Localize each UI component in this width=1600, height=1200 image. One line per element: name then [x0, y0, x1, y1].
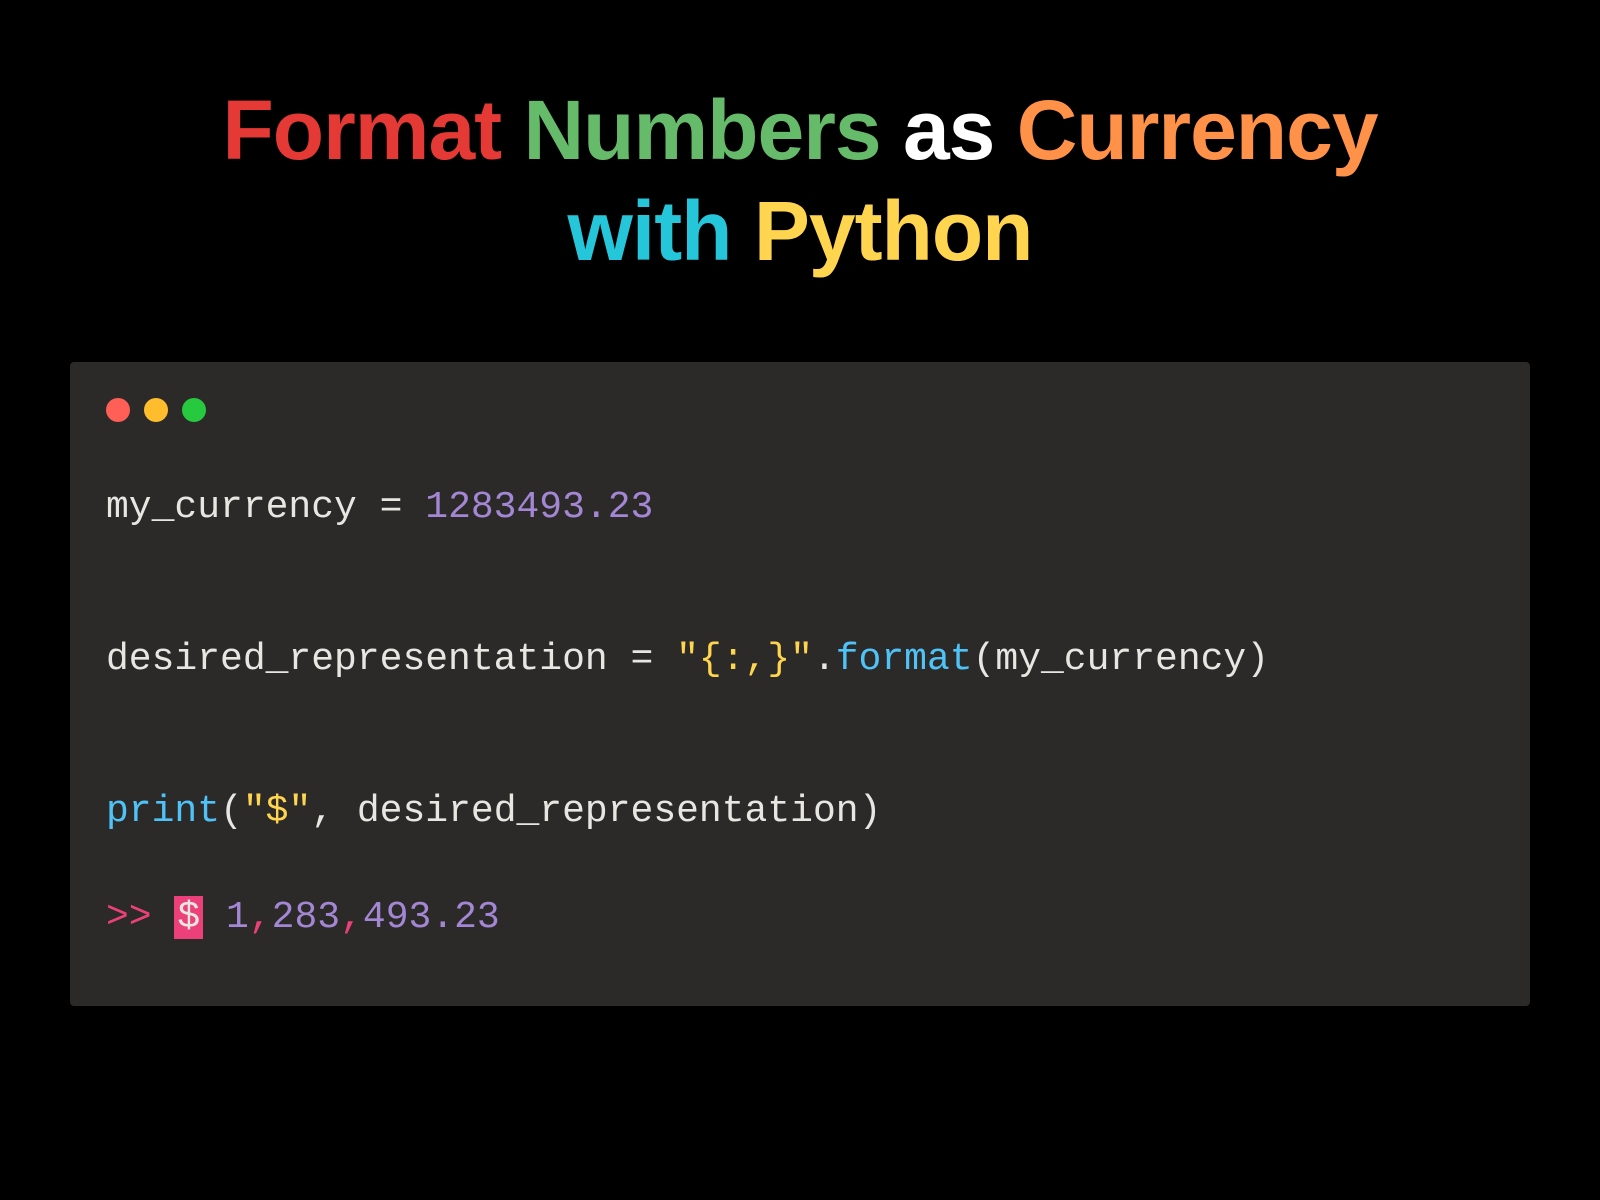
- open-paren: (: [220, 790, 243, 833]
- number-literal: 1283493.23: [425, 486, 653, 529]
- print-function: print: [106, 790, 220, 833]
- maximize-icon: [182, 398, 206, 422]
- output-space: [203, 896, 226, 939]
- open-paren: (: [973, 638, 996, 681]
- window-controls: [106, 398, 1494, 422]
- title-word-currency: Currency: [1017, 83, 1378, 177]
- output-comma: ,: [340, 896, 363, 939]
- main-container: Format Numbers as Currency with Python m…: [0, 0, 1600, 1036]
- page-title: Format Numbers as Currency with Python: [30, 80, 1570, 282]
- title-word-python: Python: [754, 184, 1033, 278]
- code-line-3: print("$", desired_representation): [106, 790, 881, 833]
- title-word-format: Format: [222, 83, 501, 177]
- title-word-numbers: Numbers: [524, 83, 881, 177]
- close-paren: ): [859, 790, 882, 833]
- repl-prompt: >>: [106, 896, 152, 939]
- code-line-1: my_currency = 1283493.23: [106, 486, 653, 529]
- code-block: my_currency = 1283493.23 desired_represe…: [106, 470, 1494, 956]
- assign-op: =: [357, 486, 425, 529]
- format-method: format: [836, 638, 973, 681]
- code-line-2: desired_representation = "{:,}".format(m…: [106, 638, 1269, 681]
- dot-op: .: [813, 638, 836, 681]
- dollar-icon: $: [174, 896, 203, 939]
- minimize-icon: [144, 398, 168, 422]
- var-desired-rep: desired_representation: [106, 638, 608, 681]
- output-comma: ,: [249, 896, 272, 939]
- dollar-string: "$": [243, 790, 311, 833]
- title-word-with: with: [568, 184, 732, 278]
- format-string: "{:,}": [676, 638, 813, 681]
- arg-desired-rep: desired_representation: [357, 790, 859, 833]
- var-my-currency: my_currency: [106, 486, 357, 529]
- close-paren: ): [1246, 638, 1269, 681]
- output-num-2: 283: [272, 896, 340, 939]
- output-num-3: 493.23: [363, 896, 500, 939]
- close-icon: [106, 398, 130, 422]
- code-window: my_currency = 1283493.23 desired_represe…: [70, 362, 1530, 1006]
- comma-sep: ,: [311, 790, 357, 833]
- title-word-as: as: [903, 83, 994, 177]
- arg-my-currency: my_currency: [995, 638, 1246, 681]
- output-num-1: 1: [226, 896, 249, 939]
- assign-op: =: [608, 638, 676, 681]
- output-line: >> $ 1,283,493.23: [106, 880, 1494, 956]
